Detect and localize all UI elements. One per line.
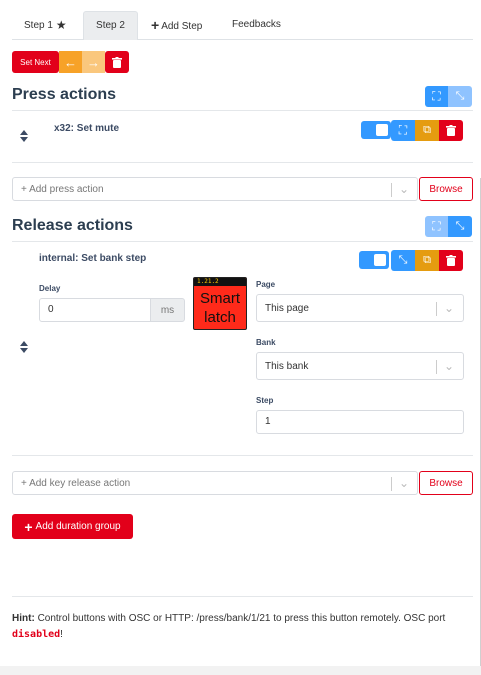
browse-label: Browse bbox=[429, 477, 463, 489]
delay-label: Delay bbox=[39, 284, 61, 293]
add-duration-group-button[interactable]: + Add duration group bbox=[12, 514, 133, 539]
drag-sort-icon[interactable] bbox=[19, 129, 29, 143]
add-press-action-placeholder: + Add press action bbox=[21, 184, 104, 195]
add-release-action-select[interactable]: + Add key release action ⌄ bbox=[12, 471, 418, 495]
press-divider bbox=[12, 110, 473, 111]
arrow-left-icon: ← bbox=[64, 54, 77, 70]
compress-icon: ⤡ bbox=[398, 254, 408, 266]
star-icon: ★ bbox=[55, 18, 67, 32]
select-separator bbox=[391, 183, 392, 197]
compress-icon: ⤡ bbox=[455, 90, 465, 102]
button-preview: 1.21.2 Smart latch bbox=[193, 277, 247, 330]
select-separator bbox=[436, 360, 437, 374]
delay-unit: ms bbox=[150, 298, 185, 322]
preview-line-1: Smart bbox=[199, 290, 240, 307]
toggle-knob bbox=[374, 254, 386, 266]
step-label: Step bbox=[256, 396, 274, 405]
tab-feedbacks[interactable]: Feedbacks bbox=[232, 11, 281, 40]
select-separator bbox=[391, 477, 392, 491]
press-action-expand-button[interactable]: ⛶ bbox=[391, 120, 415, 141]
tab-step-2-label: Step 2 bbox=[96, 20, 125, 31]
delay-input[interactable]: 0 bbox=[39, 298, 151, 322]
plus-icon: + bbox=[151, 17, 160, 33]
copy-icon: ⧉ bbox=[423, 124, 431, 136]
expand-all-release-button[interactable]: ⛶ bbox=[425, 216, 448, 237]
set-next-button[interactable]: Set Next bbox=[12, 51, 59, 73]
hint-prefix: Hint: bbox=[12, 613, 35, 624]
release-action-name: internal: Set bank step bbox=[39, 253, 147, 264]
drag-sort-icon[interactable] bbox=[19, 340, 29, 354]
press-action-duplicate-button[interactable]: ⧉ bbox=[415, 120, 439, 141]
hint-suffix: ! bbox=[60, 629, 63, 640]
remote-control-hint: Hint: Control buttons with OSC or HTTP: … bbox=[12, 611, 472, 643]
add-release-action-placeholder: + Add key release action bbox=[21, 478, 131, 489]
tab-add-step[interactable]: + Add Step bbox=[151, 11, 202, 40]
press-list-divider bbox=[12, 162, 473, 163]
press-action-name: x32: Set mute bbox=[54, 123, 120, 134]
select-separator bbox=[436, 302, 437, 316]
expand-icon: ⛶ bbox=[432, 219, 441, 233]
hint-text: Control buttons with OSC or HTTP: /press… bbox=[37, 613, 446, 624]
move-step-right-button[interactable]: → bbox=[82, 51, 105, 73]
plus-icon: + bbox=[24, 518, 33, 535]
browse-press-actions-button[interactable]: Browse bbox=[419, 177, 473, 201]
press-actions-title: Press actions bbox=[12, 86, 117, 103]
step-tabs: Step 1 ★ Step 2 + Add Step Feedbacks bbox=[12, 11, 473, 40]
press-action-enable-toggle[interactable] bbox=[361, 121, 391, 139]
bank-value: This bank bbox=[265, 361, 309, 372]
copy-icon: ⧉ bbox=[423, 254, 431, 266]
browse-label: Browse bbox=[429, 183, 463, 195]
preview-topbar: 1.21.2 bbox=[194, 278, 246, 286]
tab-step-1-label: Step 1 bbox=[24, 20, 53, 31]
trash-icon bbox=[446, 255, 456, 266]
collapse-all-release-button[interactable]: ⤡ bbox=[448, 216, 472, 237]
release-divider bbox=[12, 241, 473, 242]
release-action-delete-button[interactable] bbox=[439, 250, 463, 271]
expand-icon: ⛶ bbox=[398, 123, 408, 137]
tab-step-2[interactable]: Step 2 bbox=[83, 11, 138, 40]
trash-icon bbox=[112, 56, 122, 68]
trash-icon bbox=[446, 125, 456, 136]
chevron-down-icon: ⌄ bbox=[399, 476, 410, 490]
page-select[interactable]: This page ⌄ bbox=[256, 294, 464, 322]
browse-release-actions-button[interactable]: Browse bbox=[419, 471, 473, 495]
page-value: This page bbox=[265, 303, 309, 314]
tab-step-1[interactable]: Step 1 ★ bbox=[24, 11, 67, 40]
set-next-label: Set Next bbox=[20, 57, 51, 67]
tab-add-step-label: Add Step bbox=[161, 21, 203, 32]
add-duration-group-label: Add duration group bbox=[35, 521, 121, 532]
release-actions-title: Release actions bbox=[12, 217, 133, 234]
tab-feedbacks-label: Feedbacks bbox=[232, 19, 281, 30]
chevron-down-icon: ⌄ bbox=[399, 182, 410, 196]
bank-select[interactable]: This bank ⌄ bbox=[256, 352, 464, 380]
release-action-collapse-button[interactable]: ⤡ bbox=[391, 250, 415, 271]
compress-icon: ⤡ bbox=[455, 220, 465, 232]
chevron-down-icon: ⌄ bbox=[444, 359, 455, 373]
release-list-divider bbox=[12, 455, 473, 456]
expand-all-press-button[interactable]: ⛶ bbox=[425, 86, 448, 107]
preview-text: Smart latch bbox=[194, 289, 246, 327]
hint-divider bbox=[12, 596, 473, 597]
delete-step-button[interactable] bbox=[105, 51, 129, 73]
preview-line-2: latch bbox=[204, 309, 236, 326]
release-action-enable-toggle[interactable] bbox=[359, 251, 389, 269]
page-label: Page bbox=[256, 280, 276, 289]
press-action-delete-button[interactable] bbox=[439, 120, 463, 141]
bank-label: Bank bbox=[256, 338, 276, 347]
expand-icon: ⛶ bbox=[432, 89, 441, 103]
step-input[interactable]: 1 bbox=[256, 410, 464, 434]
add-press-action-select[interactable]: + Add press action ⌄ bbox=[12, 177, 418, 201]
collapse-all-press-button[interactable]: ⤡ bbox=[448, 86, 472, 107]
move-step-left-button[interactable]: ← bbox=[59, 51, 82, 73]
bottom-edge bbox=[0, 666, 481, 675]
toggle-knob bbox=[376, 124, 388, 136]
osc-status: disabled bbox=[12, 629, 61, 640]
release-action-duplicate-button[interactable]: ⧉ bbox=[415, 250, 439, 271]
chevron-down-icon: ⌄ bbox=[444, 301, 455, 315]
arrow-right-icon: → bbox=[87, 54, 100, 70]
